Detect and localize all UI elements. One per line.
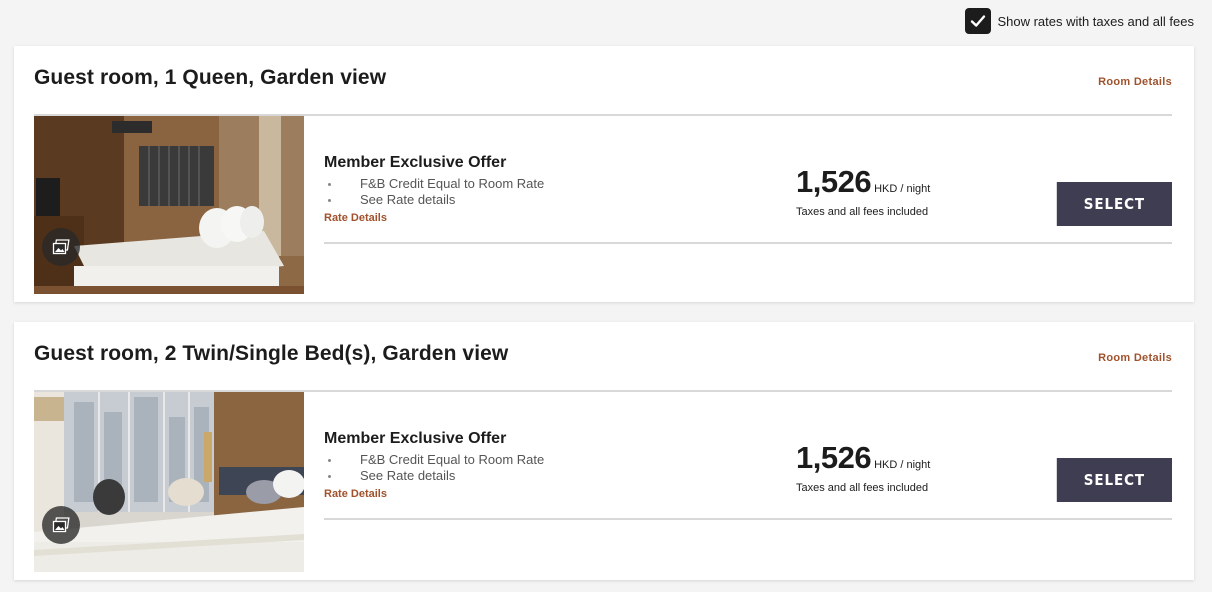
tax-toggle-label: Show rates with taxes and all fees — [997, 13, 1194, 29]
price-block: 1,526 HKD / night Taxes and all fees inc… — [796, 164, 930, 218]
price-amount: 1,526 — [796, 164, 872, 199]
list-item: F&B Credit Equal to Room Rate — [324, 452, 544, 468]
room-photo-image — [34, 392, 304, 572]
offer-benefits-list: F&B Credit Equal to Room Rate See Rate d… — [324, 452, 544, 484]
checkmark-icon — [971, 15, 986, 27]
price-unit: HKD / night — [874, 183, 931, 195]
rate-row: Member Exclusive Offer F&B Credit Equal … — [324, 116, 1172, 244]
list-item: See Rate details — [324, 468, 544, 484]
rate-details-link[interactable]: Rate Details — [324, 212, 387, 224]
rate-row: Member Exclusive Offer F&B Credit Equal … — [324, 392, 1172, 520]
room-title: Guest room, 2 Twin/Single Bed(s), Garden… — [34, 342, 509, 365]
room-photo[interactable] — [34, 392, 304, 572]
room-photo-image — [34, 116, 304, 294]
room-card: Guest room, 1 Queen, Garden view Room De… — [14, 46, 1194, 302]
price-block: 1,526 HKD / night Taxes and all fees inc… — [796, 440, 930, 494]
gallery-button[interactable] — [42, 506, 80, 544]
list-item: See Rate details — [324, 192, 544, 208]
list-item: F&B Credit Equal to Room Rate — [324, 176, 544, 192]
room-card: Guest room, 2 Twin/Single Bed(s), Garden… — [14, 322, 1194, 580]
offer-benefits-list: F&B Credit Equal to Room Rate See Rate d… — [324, 176, 544, 208]
price-unit: HKD / night — [874, 459, 931, 471]
price-amount: 1,526 — [796, 440, 872, 475]
photo-gallery-icon — [52, 517, 70, 533]
tax-checkbox[interactable] — [965, 8, 992, 34]
offer-title: Member Exclusive Offer — [324, 430, 507, 447]
select-button[interactable]: SELECT — [1056, 182, 1172, 226]
rate-details-link[interactable]: Rate Details — [324, 488, 387, 500]
gallery-button[interactable] — [42, 228, 80, 266]
price-note: Taxes and all fees included — [796, 206, 929, 218]
tax-toggle[interactable]: Show rates with taxes and all fees — [965, 8, 1194, 34]
select-button[interactable]: SELECT — [1056, 458, 1172, 502]
room-title: Guest room, 1 Queen, Garden view — [34, 66, 387, 89]
room-details-link[interactable]: Room Details — [1098, 352, 1172, 364]
room-details-link[interactable]: Room Details — [1098, 76, 1172, 88]
room-photo[interactable] — [34, 116, 304, 294]
price-note: Taxes and all fees included — [796, 482, 929, 494]
offer-title: Member Exclusive Offer — [324, 154, 507, 171]
photo-gallery-icon — [52, 239, 70, 255]
